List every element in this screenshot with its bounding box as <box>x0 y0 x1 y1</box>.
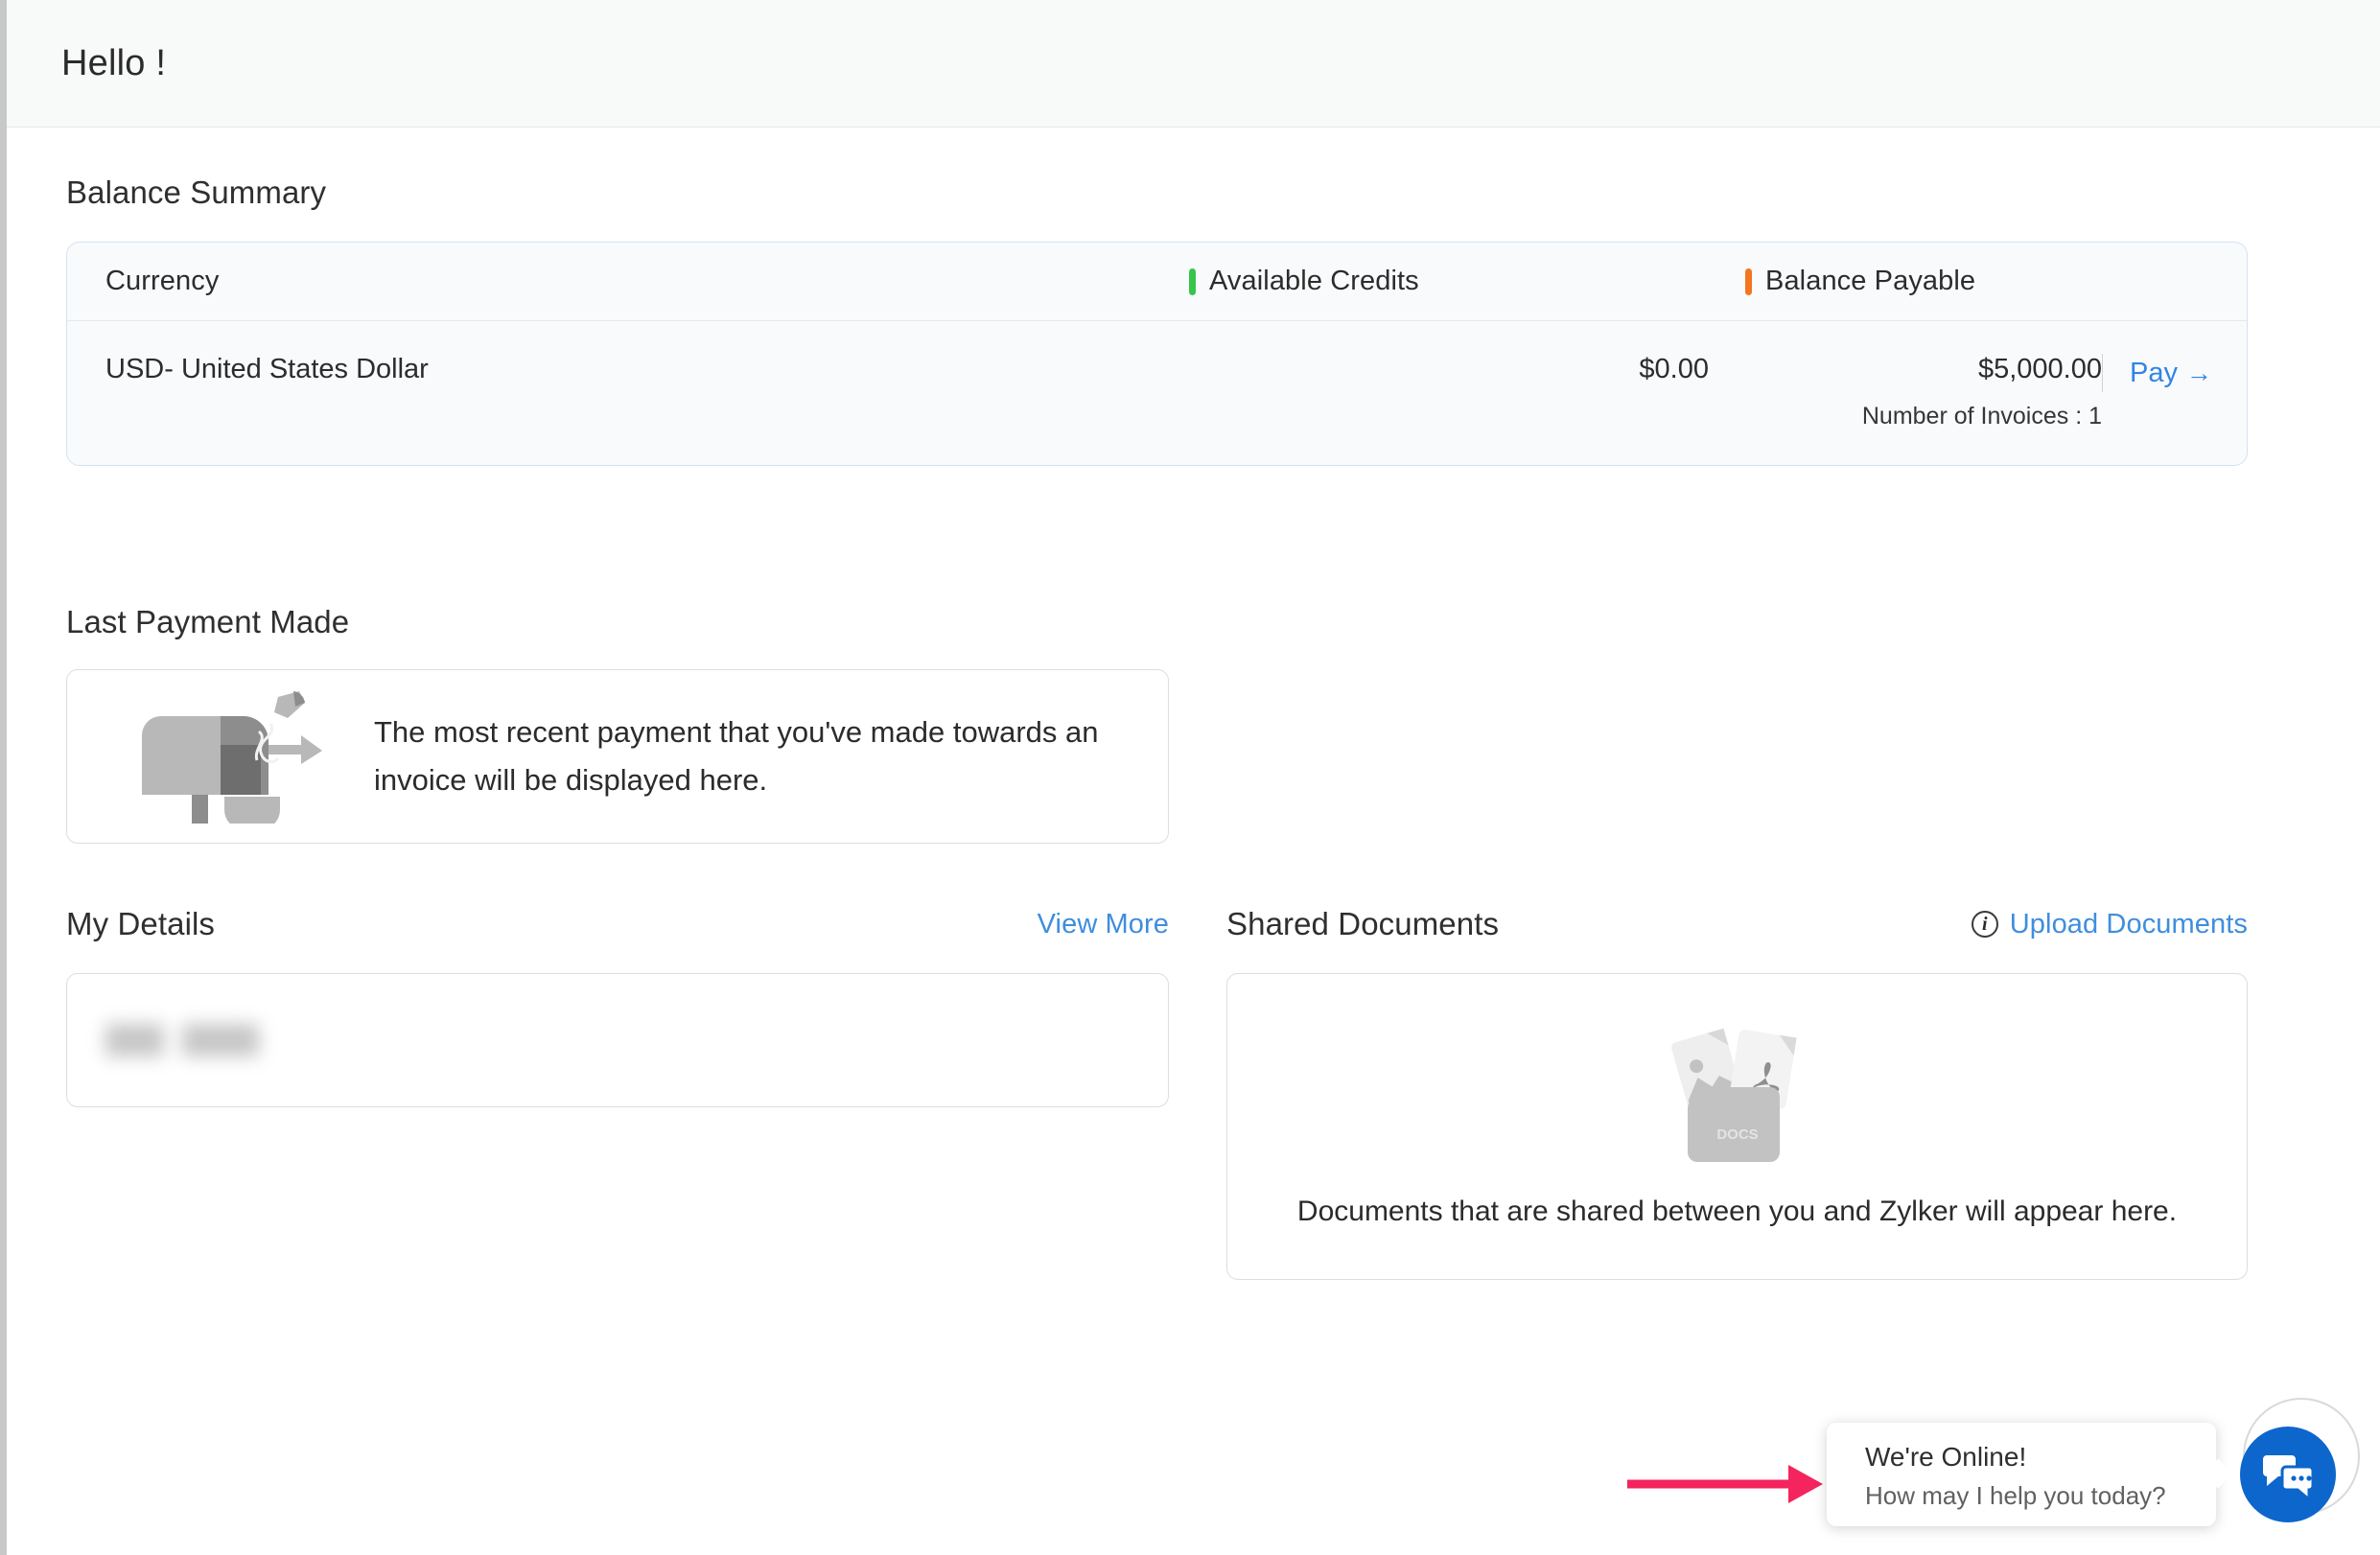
pay-button[interactable]: Pay → <box>2102 354 2212 392</box>
column-header-balance-payable: Balance Payable <box>1745 266 2205 297</box>
page-header: Hello ! <box>7 0 2380 128</box>
shared-documents-empty-card: DOCS Documents that are shared between y… <box>1226 973 2248 1280</box>
annotation-arrow <box>1627 1461 1829 1507</box>
last-payment-title: Last Payment Made <box>66 604 1169 640</box>
documents-folder-icon: DOCS <box>1661 1020 1814 1166</box>
portal-page: Hello ! Balance Summary Currency Availab… <box>0 0 2380 1555</box>
cell-available-credits: $0.00 <box>1208 354 1745 385</box>
last-payment-empty-card: The most recent payment that you've made… <box>66 669 1169 844</box>
view-more-link[interactable]: View More <box>1038 909 1169 940</box>
balance-table-body: USD- United States Dollar $0.00 $5,000.0… <box>67 321 2247 465</box>
balance-summary-card: Currency Available Credits Balance Payab… <box>66 242 2248 466</box>
my-details-card <box>66 973 1169 1107</box>
pay-button-label: Pay <box>2130 358 2178 389</box>
shared-documents-section: Shared Documents i Upload Documents <box>1226 906 2248 1280</box>
shared-documents-header: Shared Documents i Upload Documents <box>1226 906 2248 942</box>
info-icon: i <box>1972 911 1998 938</box>
column-header-currency: Currency <box>105 266 1189 297</box>
folder-label: DOCS <box>1716 1126 1758 1143</box>
my-details-section: My Details View More <box>66 906 1169 1107</box>
arrow-right-icon: → <box>2186 359 2212 388</box>
last-payment-section: Last Payment Made <box>66 604 1169 844</box>
upload-documents-button[interactable]: i Upload Documents <box>1972 909 2248 940</box>
available-credits-color-pill <box>1189 268 1196 295</box>
balance-payable-color-pill <box>1745 268 1752 295</box>
redacted-detail-value <box>105 1024 259 1056</box>
table-row: USD- United States Dollar $0.00 $5,000.0… <box>105 321 2247 430</box>
chat-greeting-bubble[interactable]: We're Online! How may I help you today? <box>1827 1423 2216 1526</box>
cell-balance-payable: $5,000.00 Number of Invoices : 1 <box>1745 354 2102 430</box>
last-payment-empty-message: The most recent payment that you've made… <box>374 708 1168 804</box>
cell-currency: USD- United States Dollar <box>105 354 1208 385</box>
shared-documents-empty-message: Documents that are shared between you an… <box>1297 1191 2177 1233</box>
column-header-available-credits: Available Credits <box>1189 266 1745 297</box>
balance-payable-amount: $5,000.00 <box>1745 354 2102 385</box>
chat-prompt-text: How may I help you today? <box>1865 1481 2216 1511</box>
balance-table-header: Currency Available Credits Balance Payab… <box>67 243 2247 321</box>
shared-documents-title: Shared Documents <box>1226 906 1499 942</box>
balance-summary-section: Balance Summary Currency Available Credi… <box>66 174 2248 466</box>
chat-status-title: We're Online! <box>1865 1442 2216 1473</box>
chat-widget: We're Online! How may I help you today? <box>1827 1423 2336 1526</box>
upload-documents-label: Upload Documents <box>2010 909 2248 940</box>
chat-bubbles-icon <box>2261 1450 2315 1499</box>
chat-launcher-button[interactable] <box>2240 1427 2336 1522</box>
column-header-balance-payable-label: Balance Payable <box>1765 266 1975 297</box>
column-header-currency-label: Currency <box>105 266 219 297</box>
balance-summary-title: Balance Summary <box>66 174 2248 211</box>
my-details-header: My Details View More <box>66 906 1169 942</box>
my-details-title: My Details <box>66 906 215 942</box>
mailbox-icon <box>125 689 331 824</box>
greeting-text: Hello ! <box>61 43 166 84</box>
column-header-available-credits-label: Available Credits <box>1209 266 1419 297</box>
number-of-invoices-note: Number of Invoices : 1 <box>1745 403 2102 430</box>
